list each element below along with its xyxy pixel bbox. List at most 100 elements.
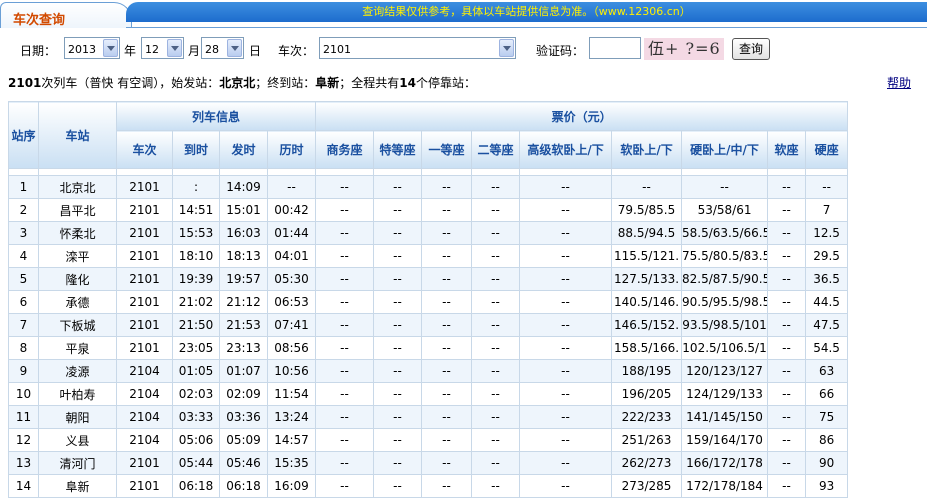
table-row: 5 隆化 2101 19:39 19:57 05:30 -- -- -- -- -- 127.5/13… bbox=[8, 267, 849, 291]
cell-first-class: -- bbox=[421, 267, 473, 291]
query-button[interactable]: 查询 bbox=[732, 38, 770, 60]
cell-second-class: -- bbox=[471, 221, 521, 245]
cell-soft-sleeper: 140.5/146. bbox=[611, 290, 683, 314]
table-row: 3 怀柔北 2101 15:53 16:03 01:44 -- -- -- -- -- 88.5/94… bbox=[8, 221, 849, 245]
day-unit: 日 bbox=[249, 44, 262, 58]
chevron-down-icon[interactable] bbox=[167, 39, 182, 57]
cell-seq: 11 bbox=[8, 405, 39, 429]
cell-duration: 01:44 bbox=[266, 221, 317, 245]
cell-hard-sleeper: 124/129/133 bbox=[681, 382, 769, 406]
cell-second-class: -- bbox=[471, 313, 521, 337]
table-row: 14 阜新 2101 06:18 06:18 16:09 -- -- -- -- -- 273/285… bbox=[8, 474, 849, 498]
cell-hard-seat: 36.5 bbox=[805, 267, 849, 291]
cell-soft-sleeper: 273/285 bbox=[611, 474, 683, 498]
captcha-image[interactable]: 伍+ ?=6 bbox=[644, 38, 724, 60]
cell-hard-sleeper: 53/58/61 bbox=[681, 198, 769, 222]
cell-deluxe-sleeper: -- bbox=[519, 175, 613, 199]
cell-seq: 13 bbox=[8, 451, 39, 475]
cell-train-no: 2101 bbox=[116, 175, 173, 199]
cell-soft-sleeper: 115.5/121. bbox=[611, 244, 683, 268]
cell-station: 北京北 bbox=[38, 175, 117, 199]
cell-deluxe-sleeper: -- bbox=[519, 290, 613, 314]
month-select[interactable]: 12 bbox=[141, 37, 184, 59]
cell-soft-seat: -- bbox=[767, 175, 807, 199]
cell-first-class: -- bbox=[421, 198, 473, 222]
cell-deluxe-sleeper: -- bbox=[519, 359, 613, 383]
train-select[interactable]: 2101 bbox=[319, 37, 516, 59]
cell-arrive: 21:02 bbox=[172, 290, 220, 314]
day-select[interactable]: 28 bbox=[201, 37, 244, 59]
cell-depart: 15:01 bbox=[219, 198, 268, 222]
header-seq: 站序 bbox=[8, 101, 39, 169]
cell-arrive: 02:03 bbox=[172, 382, 220, 406]
cell-depart: 23:13 bbox=[219, 336, 268, 360]
captcha-input[interactable] bbox=[589, 37, 641, 59]
cell-hard-sleeper: 141/145/150 bbox=[681, 405, 769, 429]
cell-depart: 03:36 bbox=[219, 405, 268, 429]
cell-depart: 01:07 bbox=[219, 359, 268, 383]
cell-deluxe-sleeper: -- bbox=[519, 474, 613, 498]
cell-station: 阜新 bbox=[38, 474, 117, 498]
cell-soft-seat: -- bbox=[767, 359, 807, 383]
cell-hard-sleeper: 159/164/170 bbox=[681, 428, 769, 452]
cell-station: 隆化 bbox=[38, 267, 117, 291]
cell-station: 清河门 bbox=[38, 451, 117, 475]
cell-soft-seat: -- bbox=[767, 428, 807, 452]
cell-soft-sleeper: 79.5/85.5 bbox=[611, 198, 683, 222]
cell-seq: 2 bbox=[8, 198, 39, 222]
query-form: 日期： 2013 年 12 月 28 日 车次： 2101 验证码： 伍+ ?=… bbox=[0, 34, 927, 64]
cell-deluxe-sleeper: -- bbox=[519, 198, 613, 222]
cell-station: 朝阳 bbox=[38, 405, 117, 429]
header-soft-seat: 软座 bbox=[767, 130, 807, 169]
tab-train-query[interactable]: 车次查询 bbox=[0, 2, 132, 28]
cell-hard-seat: 90 bbox=[805, 451, 849, 475]
cell-train-no: 2104 bbox=[116, 359, 173, 383]
cell-station: 怀柔北 bbox=[38, 221, 117, 245]
table-row: 11 朝阳 2104 03:33 03:36 13:24 -- -- -- -- -- 222/233… bbox=[8, 405, 849, 429]
table-spacer bbox=[8, 168, 849, 176]
cell-hard-seat: 7 bbox=[805, 198, 849, 222]
table-row: 12 义县 2104 05:06 05:09 14:57 -- -- -- -- -- 251/263… bbox=[8, 428, 849, 452]
cell-deluxe-sleeper: -- bbox=[519, 428, 613, 452]
cell-train-no: 2101 bbox=[116, 244, 173, 268]
cell-seq: 8 bbox=[8, 336, 39, 360]
train-summary: 2101次列车（普快 有空调），始发站：北京北；终到站：阜新；全程共有14个停靠… bbox=[8, 76, 477, 90]
cell-deluxe-sleeper: -- bbox=[519, 336, 613, 360]
cell-hard-sleeper: 90.5/95.5/98.5 bbox=[681, 290, 769, 314]
cell-soft-seat: -- bbox=[767, 405, 807, 429]
cell-special: -- bbox=[373, 382, 423, 406]
help-link[interactable]: 帮助 bbox=[887, 74, 911, 91]
month-unit: 月 bbox=[188, 44, 201, 58]
cell-second-class: -- bbox=[471, 474, 521, 498]
cell-soft-sleeper: 262/273 bbox=[611, 451, 683, 475]
cell-duration: -- bbox=[266, 175, 317, 199]
year-select[interactable]: 2013 bbox=[64, 37, 120, 59]
cell-hard-seat: 47.5 bbox=[805, 313, 849, 337]
header-station: 车站 bbox=[38, 101, 117, 169]
tab-title: 车次查询 bbox=[13, 13, 66, 28]
table-row: 2 昌平北 2101 14:51 15:01 00:42 -- -- -- -- -- 79.5/85… bbox=[8, 198, 849, 222]
table-row: 6 承德 2101 21:02 21:12 06:53 -- -- -- -- -- 140.5/14… bbox=[8, 290, 849, 314]
chevron-down-icon[interactable] bbox=[499, 39, 514, 57]
cell-soft-seat: -- bbox=[767, 290, 807, 314]
cell-seq: 12 bbox=[8, 428, 39, 452]
cell-soft-seat: -- bbox=[767, 474, 807, 498]
header-second-class: 二等座 bbox=[471, 130, 521, 169]
cell-business: -- bbox=[315, 382, 375, 406]
cell-deluxe-sleeper: -- bbox=[519, 267, 613, 291]
cell-hard-sleeper: 102.5/106.5/1 bbox=[681, 336, 769, 360]
cell-special: -- bbox=[373, 428, 423, 452]
cell-arrive: 15:53 bbox=[172, 221, 220, 245]
cell-hard-seat: 66 bbox=[805, 382, 849, 406]
cell-soft-sleeper: -- bbox=[611, 175, 683, 199]
cell-soft-seat: -- bbox=[767, 267, 807, 291]
cell-soft-sleeper: 158.5/166. bbox=[611, 336, 683, 360]
chevron-down-icon[interactable] bbox=[103, 39, 118, 57]
chevron-down-icon[interactable] bbox=[227, 39, 242, 57]
cell-train-no: 2104 bbox=[116, 405, 173, 429]
cell-second-class: -- bbox=[471, 175, 521, 199]
cell-soft-sleeper: 196/205 bbox=[611, 382, 683, 406]
cell-soft-sleeper: 88.5/94.5 bbox=[611, 221, 683, 245]
train-label: 车次： bbox=[278, 44, 315, 58]
cell-second-class: -- bbox=[471, 267, 521, 291]
